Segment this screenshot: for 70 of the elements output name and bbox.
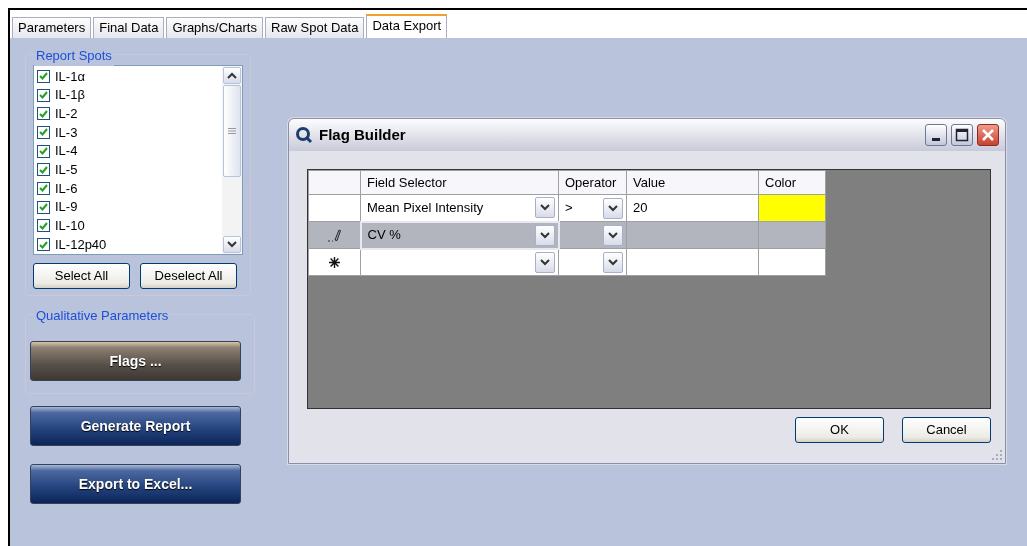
tab[interactable]: Parameters <box>12 17 92 38</box>
checkbox[interactable] <box>37 200 50 214</box>
tab[interactable]: Final Data <box>93 17 165 38</box>
export-button[interactable]: Export to Excel... <box>30 464 241 504</box>
chevron-down-icon <box>540 258 550 266</box>
scrollbar[interactable] <box>222 66 242 254</box>
chevron-down-icon <box>608 231 618 239</box>
spot-label: IL-3 <box>55 123 78 142</box>
column-header[interactable]: Color <box>758 170 826 195</box>
checkbox[interactable] <box>37 88 50 102</box>
chevron-down-icon <box>608 204 618 212</box>
spot-label: IL-1α <box>55 67 85 86</box>
column-header[interactable]: Field Selector <box>360 170 559 195</box>
spot-label: IL-12p40 <box>55 235 107 254</box>
spot-label: IL-10 <box>55 217 85 236</box>
flags-button[interactable]: Flags ... <box>30 341 241 381</box>
chevron-down-icon <box>540 204 550 212</box>
select-all-button[interactable]: Select All <box>33 263 130 289</box>
dropdown-button[interactable] <box>535 197 555 219</box>
spot-label: IL-5 <box>55 161 78 180</box>
checkbox[interactable] <box>37 163 50 177</box>
operator-value: > <box>564 199 574 218</box>
checkbox[interactable] <box>37 144 50 158</box>
column-header[interactable]: Operator <box>558 170 627 195</box>
minimize-button[interactable] <box>925 124 947 146</box>
checkbox[interactable] <box>37 107 50 121</box>
scroll-up-icon[interactable] <box>227 72 237 79</box>
checkbox[interactable] <box>37 69 50 83</box>
spot-label: IL-4 <box>55 142 78 161</box>
spot-label: IL-9 <box>55 198 78 217</box>
color-swatch[interactable] <box>758 194 826 222</box>
maximize-button[interactable] <box>951 124 973 146</box>
dropdown-button[interactable] <box>603 224 623 246</box>
dialog-title: Flag Builder <box>319 124 406 145</box>
dropdown-button[interactable] <box>535 251 555 273</box>
checkbox[interactable] <box>37 238 50 252</box>
generate-report-button[interactable]: Generate Report <box>30 406 241 446</box>
tab[interactable]: Raw Spot Data <box>265 17 365 38</box>
tab[interactable]: Graphs/Charts <box>166 17 263 38</box>
spot-label: IL-6 <box>55 179 78 198</box>
chevron-down-icon <box>608 258 618 266</box>
spot-label: IL-2 <box>55 104 78 123</box>
checkbox[interactable] <box>37 125 50 139</box>
grip-icon[interactable] <box>228 128 236 134</box>
ok-button[interactable]: OK <box>795 417 884 443</box>
grid-row[interactable]: Mean Pixel Intensity > 20 <box>308 194 826 222</box>
value-text: 20 <box>632 199 649 218</box>
resize-grip-icon[interactable] <box>991 449 1003 461</box>
chevron-down-icon <box>539 231 550 239</box>
field-value: Mean Pixel Intensity <box>366 199 485 217</box>
maximize-icon <box>955 128 969 142</box>
dropdown-button[interactable] <box>603 197 623 219</box>
scroll-down-icon[interactable] <box>227 241 237 248</box>
close-icon <box>981 128 995 142</box>
close-button[interactable] <box>977 124 999 146</box>
tab[interactable]: Data Export <box>366 14 448 38</box>
asterisk-icon <box>328 255 341 269</box>
checkbox[interactable] <box>37 181 50 195</box>
pencil-icon <box>327 228 342 242</box>
dropdown-button[interactable] <box>534 224 555 246</box>
cancel-button[interactable]: Cancel <box>902 417 991 443</box>
column-header[interactable]: Value <box>626 170 759 195</box>
grid-row[interactable]: CV % <box>308 221 826 249</box>
app-logo-icon <box>295 126 313 144</box>
dropdown-button[interactable] <box>603 251 623 273</box>
spot-label: IL-1β <box>55 86 85 105</box>
deselect-all-button[interactable]: Deselect All <box>140 263 237 289</box>
checkbox[interactable] <box>37 219 50 233</box>
minimize-icon <box>932 137 940 141</box>
field-value: CV % <box>366 226 402 245</box>
